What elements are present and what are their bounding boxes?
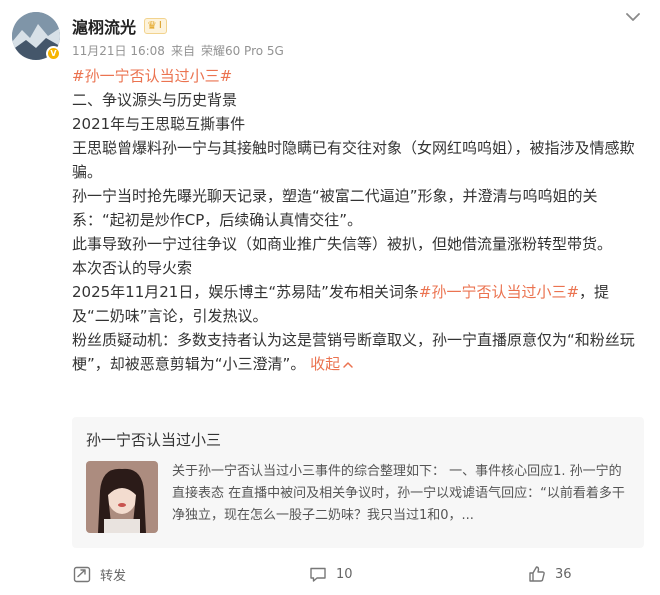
verified-v-icon: V [46, 46, 61, 61]
comment-icon [310, 567, 326, 582]
source-device: 荣耀60 Pro 5G [200, 44, 284, 58]
paragraph-4-text-a: 2025年11月21日，娱乐博主“苏易陆”发布相关词条 [72, 283, 419, 301]
collapse-label: 收起 [310, 355, 341, 373]
repost-label: 转发 [100, 568, 127, 584]
like-button[interactable]: 36 [527, 560, 572, 588]
topic-tag[interactable]: #孙一宁否认当过小三# [72, 67, 232, 85]
post-time[interactable]: 11月21日 16:08 [72, 42, 165, 59]
paragraph-4: 2025年11月21日，娱乐博主“苏易陆”发布相关词条#孙一宁否认当过小三#，提… [72, 280, 644, 328]
post-body: #孙一宁否认当过小三# 二、争议源头与历史背景 2021年与王思聪互撕事件 王思… [72, 64, 644, 376]
paragraph-2: 孙一宁当时抢先曝光聊天记录，塑造“被富二代逼迫”形象，并澄清与呜呜姐的关系：“起… [72, 187, 598, 229]
post-meta: 11月21日 16:08 来自 荣耀60 Pro 5G [72, 42, 284, 59]
repost-icon [73, 566, 91, 583]
more-options-button[interactable] [622, 6, 644, 28]
crown-icon: ♛ [147, 19, 157, 32]
card-thumbnail-image [86, 461, 158, 533]
collapse-button[interactable]: 收起 [310, 355, 354, 373]
repost-button[interactable]: 转发 [72, 560, 126, 588]
chevron-down-icon [626, 13, 640, 21]
username[interactable]: 滬栩流光 [72, 14, 136, 38]
source-prefix: 来自 [170, 44, 195, 58]
avatar-container[interactable]: V [12, 12, 61, 61]
inline-topic-tag[interactable]: #孙一宁否认当过小三# [419, 283, 579, 301]
post-actions: 转发 10 36 [72, 560, 644, 588]
card-title[interactable]: 孙一宁否认当过小三 [86, 429, 221, 450]
sub-heading-1: 2021年与王思聪互撕事件 [72, 115, 246, 133]
linked-article-card[interactable]: 孙一宁否认当过小三 关于孙一宁否认当过小三事件的综合整理如下： 一、事件核心回应… [72, 417, 644, 548]
sub-heading-2: 本次否认的导火索 [72, 259, 193, 277]
card-description: 关于孙一宁否认当过小三事件的综合整理如下： 一、事件核心回应1. 孙一宁的直接表… [172, 464, 625, 523]
comment-button[interactable]: 10 [308, 560, 353, 588]
paragraph-5: 粉丝质疑动机：多数支持者认为这是营销号断章取义，孙一宁直播原意仅为“和粉丝玩梗”… [72, 328, 644, 376]
like-icon [529, 566, 545, 582]
like-count: 36 [555, 566, 572, 582]
user-row: 滬栩流光 ♛ I [72, 14, 167, 38]
card-thumbnail [86, 461, 158, 533]
section-heading: 二、争议源头与历史背景 [72, 91, 238, 109]
paragraph-1: 王思聪曾爆料孙一宁与其接触时隐瞒已有交往对象（女网红呜呜姐），被指涉及情感欺骗。 [72, 139, 635, 181]
level-number: I [158, 20, 162, 31]
paragraph-3: 此事导致孙一宁过往争议（如商业推广失信等）被扒，但她借流量涨粉转型带货。 [72, 235, 613, 253]
level-badge[interactable]: ♛ I [144, 18, 167, 34]
chevron-up-icon [343, 361, 353, 368]
comment-count: 10 [336, 566, 353, 582]
